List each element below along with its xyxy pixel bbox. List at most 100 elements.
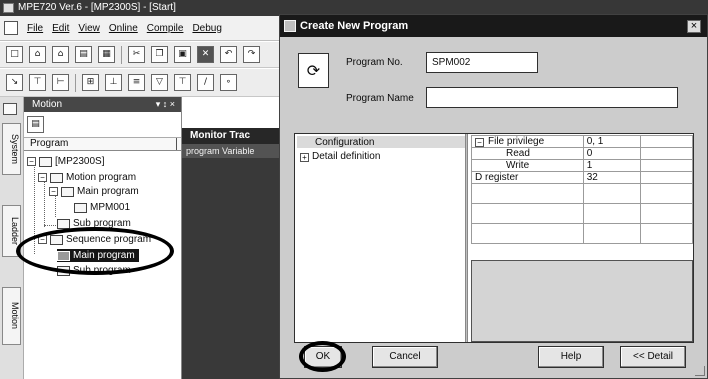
prop-key [471, 223, 584, 244]
column-splitter[interactable] [176, 138, 177, 150]
tree-node-label: [MP2300S] [55, 156, 105, 167]
prop-row[interactable]: Write 1 [471, 159, 693, 172]
tree-item-detail-definition[interactable]: + Detail definition [300, 151, 380, 162]
prop-extra [640, 171, 693, 184]
menu-edit[interactable]: Edit [52, 23, 69, 34]
prop-key [471, 183, 584, 204]
tree-node-main-program[interactable]: − Main program [49, 185, 139, 198]
tree-node-motion-program[interactable]: − Motion program [38, 171, 136, 184]
collapse-icon[interactable]: − [27, 157, 36, 166]
pane-controls[interactable]: ▾ ↕ × [156, 97, 175, 112]
arrow-tool-icon[interactable]: ↘ [6, 74, 23, 91]
print-icon[interactable]: ▦ [98, 46, 115, 63]
tree-node-mpm001[interactable]: MPM001 [74, 201, 130, 214]
undo-icon[interactable]: ↶ [220, 46, 237, 63]
expand-icon[interactable]: + [300, 153, 309, 162]
filter-icon[interactable]: ▽ [151, 74, 168, 91]
copy-icon[interactable]: ❐ [151, 46, 168, 63]
app-icon [3, 3, 14, 13]
menu-view[interactable]: View [78, 23, 100, 34]
column-header-label: Program [30, 138, 69, 149]
create-new-program-dialog: Create New Program × ⟳ Program No. SPM00… [279, 14, 708, 379]
tree-node-label: Main program [77, 186, 139, 197]
save-icon[interactable]: ▤ [75, 46, 92, 63]
prop-value[interactable]: 0, 1 [582, 135, 642, 148]
highlight-oval [16, 227, 174, 275]
grid-icon[interactable]: ⊞ [82, 74, 99, 91]
open-file-icon[interactable]: ⌂ [52, 46, 69, 63]
panel-splitter[interactable] [465, 134, 468, 342]
prop-row[interactable]: − File privilege 0, 1 [471, 135, 693, 148]
description-box [471, 260, 693, 342]
standard-toolbar: □ ⌂ ⌂ ▤ ▦ ✂ ❐ ▣ ✕ ↶ ↷ [0, 42, 300, 68]
prop-value [582, 183, 642, 204]
detail-button[interactable]: << Detail [620, 346, 686, 368]
prop-row [471, 223, 693, 244]
menu-file[interactable]: File [27, 23, 43, 34]
prop-extra [640, 223, 693, 244]
prop-key: Read [471, 147, 584, 160]
relay-icon[interactable]: ⊤ [174, 74, 191, 91]
pane-title-bar: Motion ▾ ↕ × [24, 97, 181, 112]
prop-key-label: File privilege [488, 136, 545, 147]
column-header: Program [24, 138, 181, 151]
program-no-field[interactable]: SPM002 [426, 52, 538, 73]
collapse-icon[interactable]: − [49, 187, 58, 196]
menu-compile[interactable]: Compile [147, 23, 184, 34]
pane-toolbar: ▤ [24, 112, 181, 138]
tab-motion[interactable]: Motion [2, 287, 21, 345]
table-icon[interactable]: ≡ [128, 74, 145, 91]
branch-icon[interactable]: ⊥ [105, 74, 122, 91]
prop-key [471, 203, 584, 224]
step-icon[interactable]: ⊢ [52, 74, 69, 91]
resize-grip[interactable] [695, 366, 705, 376]
prop-row[interactable]: D register 32 [471, 171, 693, 184]
paste-icon[interactable]: ▣ [174, 46, 191, 63]
prop-value[interactable]: 32 [582, 171, 642, 184]
tree-node-label: MPM001 [90, 202, 131, 213]
program-name-field[interactable] [426, 87, 678, 108]
tool-icon[interactable]: ✕ [197, 46, 214, 63]
dialog-title-bar: Create New Program × [280, 15, 707, 37]
program-icon: ⟳ [298, 53, 329, 88]
program-no-label: Program No. [346, 57, 403, 68]
tab-system[interactable]: System [2, 123, 21, 175]
prop-row[interactable]: Read 0 [471, 147, 693, 160]
tree-item-configuration[interactable]: Configuration [315, 137, 374, 148]
new-file-icon[interactable]: □ [6, 46, 23, 63]
prop-value[interactable]: 1 [582, 159, 642, 172]
help-button[interactable]: Help [538, 346, 604, 368]
prop-value[interactable]: 0 [582, 147, 642, 160]
contact-nc-icon[interactable]: ∘ [220, 74, 237, 91]
document-icon[interactable] [4, 21, 18, 35]
menu-debug[interactable]: Debug [192, 23, 221, 34]
prop-extra [640, 159, 693, 172]
open-folder-icon[interactable]: ⌂ [29, 46, 46, 63]
prop-extra [640, 135, 693, 148]
monitor-area [182, 128, 288, 379]
prop-key: Write [471, 159, 584, 172]
menu-online[interactable]: Online [109, 23, 138, 34]
collapse-icon[interactable]: − [38, 173, 47, 182]
controller-icon [39, 156, 52, 167]
collapse-icon[interactable]: − [475, 138, 484, 147]
network-icon[interactable]: ⊤ [29, 74, 46, 91]
contact-no-icon[interactable]: / [197, 74, 214, 91]
tree-view-icon[interactable]: ▤ [27, 116, 44, 133]
cut-icon[interactable]: ✂ [128, 46, 145, 63]
pane-title: Motion [32, 99, 63, 110]
folder-icon [61, 186, 74, 197]
folder-icon [57, 218, 70, 229]
close-icon[interactable]: × [687, 20, 701, 33]
dialog-icon [284, 20, 296, 32]
menu-bar: File Edit View Online Compile Debug [0, 16, 300, 41]
window-icon[interactable] [3, 103, 17, 115]
monitor-subheader: program Variable [182, 144, 288, 158]
cancel-button[interactable]: Cancel [372, 346, 438, 368]
redo-icon[interactable]: ↷ [243, 46, 260, 63]
monitor-header[interactable]: Monitor Trac [182, 128, 288, 144]
prop-extra [640, 203, 693, 224]
toolbar-separator [121, 45, 122, 64]
prop-value [582, 223, 642, 244]
tree-node-mp2300s[interactable]: − [MP2300S] [27, 155, 104, 168]
